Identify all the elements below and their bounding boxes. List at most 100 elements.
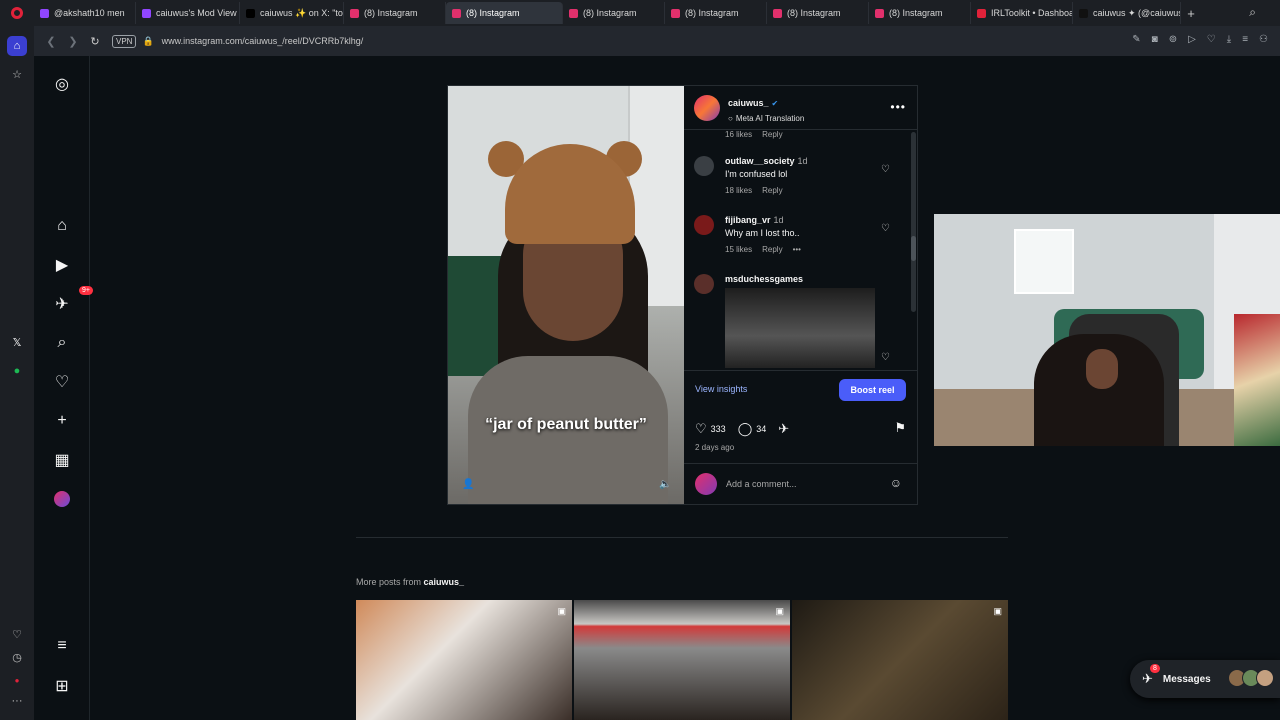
share-icon[interactable]: ✈ — [778, 421, 789, 437]
hamburger-menu-icon[interactable]: ≡ — [50, 634, 74, 658]
reel-video[interactable]: “jar of peanut butter” 👤 🔈 — [448, 86, 684, 504]
post-thumbnail[interactable]: ▣ — [574, 600, 790, 720]
profile-icon[interactable]: ⚇ — [1259, 34, 1268, 45]
player-icon[interactable]: ▷ — [1188, 34, 1196, 45]
comment-likes[interactable]: 18 likes — [725, 186, 752, 195]
webcam-overlay — [934, 214, 1280, 446]
browser-tab[interactable]: caiuwus ✨ on X: "tod — [240, 2, 344, 24]
browser-tab[interactable]: (8) Instagram — [344, 2, 446, 24]
like-comment-icon[interactable]: ♡ — [881, 352, 890, 363]
tab-favicon-icon — [246, 8, 255, 18]
comment-more-icon[interactable]: ••• — [793, 245, 801, 254]
opera-logo-icon[interactable] — [0, 0, 34, 26]
back-button[interactable]: ❮ — [40, 30, 62, 52]
opera-pinboard-icon[interactable]: ☆ — [7, 64, 27, 84]
tab-search-icon[interactable]: ⌕ — [1249, 5, 1256, 20]
extensions-icon[interactable]: ⊚ — [1169, 34, 1177, 45]
browser-tab[interactable]: caiuwus ✦ (@caiuwus — [1073, 2, 1181, 24]
view-insights-link[interactable]: View insights — [695, 384, 747, 394]
sidebar-heart-icon[interactable]: ♡ — [7, 624, 27, 644]
reel-thumb-icon: ▣ — [557, 606, 566, 616]
reel-thumb-icon: ▣ — [993, 606, 1002, 616]
tagged-user-icon[interactable]: 👤 — [462, 479, 474, 490]
create-plus-icon[interactable]: + — [50, 409, 74, 433]
commenter-avatar[interactable] — [694, 274, 714, 294]
likes-count[interactable]: 333 — [711, 424, 726, 434]
comments-list[interactable]: 16 likes Reply outlaw__society 1d I'm conf… — [684, 130, 918, 370]
comments-scroll-thumb[interactable] — [911, 236, 916, 261]
edit-icon[interactable]: ✎ — [1132, 34, 1140, 45]
browser-tab[interactable]: (8) Instagram — [446, 2, 563, 24]
new-tab-button[interactable]: + — [1181, 3, 1201, 23]
comment-icon[interactable]: ◯ — [738, 421, 753, 437]
author-avatar[interactable] — [694, 94, 720, 121]
record-icon[interactable]: ● — [7, 670, 27, 690]
post-thumbnail[interactable]: ▣ — [356, 600, 572, 720]
lock-icon[interactable]: 🔒 — [142, 36, 153, 47]
url-field[interactable]: www.instagram.com/caiuwus_/reel/DVCRRb7k… — [162, 36, 364, 46]
opera-home-icon[interactable]: ⌂ — [7, 36, 27, 56]
browser-tab[interactable]: (8) Instagram — [767, 2, 869, 24]
commenter-avatar[interactable] — [694, 215, 714, 235]
camera-icon[interactable]: ◙ — [1152, 34, 1158, 45]
comment-gif-image[interactable] — [725, 288, 875, 368]
browser-tab[interactable]: @akshath10 men — [34, 2, 136, 24]
comment-likes[interactable]: 16 likes — [725, 130, 752, 139]
like-comment-icon[interactable]: ♡ — [881, 164, 890, 175]
more-icon[interactable]: ··· — [7, 691, 27, 711]
x-app-icon[interactable]: 𝕏 — [7, 332, 27, 352]
menu-icon[interactable]: ≡ — [1242, 34, 1248, 45]
spotify-icon[interactable]: ● — [7, 361, 27, 381]
translation-toggle[interactable]: ○ Meta AI Translation — [728, 114, 804, 123]
comment-input[interactable] — [726, 478, 876, 489]
reload-button[interactable]: ↻ — [84, 30, 106, 52]
comment-likes[interactable]: 15 likes — [725, 245, 752, 254]
instagram-logo-icon[interactable]: ◎ — [50, 72, 74, 96]
browser-tab[interactable]: caiuwus's Mod View — [136, 2, 240, 24]
browser-tab[interactable]: (8) Instagram — [563, 2, 665, 24]
tab-label: (8) Instagram — [685, 8, 739, 18]
forward-button[interactable]: ❯ — [62, 30, 84, 52]
like-comment-icon[interactable]: ♡ — [881, 223, 890, 234]
messages-nav-icon[interactable]: ✈ 9+ — [50, 286, 93, 316]
tab-favicon-icon — [452, 8, 461, 18]
tab-favicon-icon — [142, 8, 151, 18]
commenter-username[interactable]: outlaw__society — [725, 156, 795, 166]
home-icon[interactable]: ⌂ — [50, 214, 74, 238]
save-bookmark-icon[interactable]: ⚑ — [894, 420, 906, 436]
download-icon[interactable]: ⤓ — [1227, 34, 1231, 45]
commenter-avatar[interactable] — [694, 156, 714, 176]
post-thumbnail[interactable]: ▣ — [792, 600, 1008, 720]
messages-button[interactable]: ✈ 8 Messages — [1130, 660, 1280, 698]
browser-tab[interactable]: (8) Instagram — [869, 2, 971, 24]
dashboard-icon[interactable]: ▦ — [50, 448, 74, 472]
boost-reel-button[interactable]: Boost reel — [839, 379, 906, 401]
vpn-badge[interactable]: VPN — [112, 34, 137, 48]
browser-tab[interactable]: IRLToolkit • Dashboar — [971, 2, 1073, 24]
like-icon[interactable]: ♡ — [695, 421, 707, 437]
add-comment-bar: ☺ — [684, 463, 918, 503]
notifications-heart-icon[interactable]: ♡ — [50, 370, 74, 394]
more-posts-user[interactable]: caiuwus_ — [424, 577, 465, 587]
tab-favicon-icon — [977, 8, 986, 18]
comments-scrollbar[interactable] — [911, 132, 916, 312]
commenter-username[interactable]: msduchessgames — [725, 274, 803, 284]
more-options-icon[interactable]: ••• — [890, 100, 906, 114]
viewer-avatar — [695, 472, 717, 495]
volume-icon[interactable]: 🔈 — [659, 479, 671, 490]
author-username[interactable]: caiuwus_ — [728, 98, 769, 108]
emoji-icon[interactable]: ☺ — [890, 476, 902, 490]
commenter-username[interactable]: fijibang_vr — [725, 215, 771, 225]
reply-link[interactable]: Reply — [762, 130, 782, 139]
tab-favicon-icon — [40, 8, 49, 18]
history-icon[interactable]: ◷ — [7, 647, 27, 667]
tab-label: caiuwus's Mod View — [156, 8, 237, 18]
profile-avatar[interactable] — [50, 487, 74, 511]
reels-icon[interactable]: ▶ — [50, 253, 74, 277]
also-from-meta-icon[interactable]: ⊞ — [50, 674, 74, 698]
reply-link[interactable]: Reply — [762, 245, 782, 254]
browser-tab[interactable]: (8) Instagram — [665, 2, 767, 24]
reply-link[interactable]: Reply — [762, 186, 782, 195]
favorite-heart-icon[interactable]: ♡ — [1207, 34, 1216, 45]
search-icon[interactable]: ⌕ — [50, 331, 74, 355]
